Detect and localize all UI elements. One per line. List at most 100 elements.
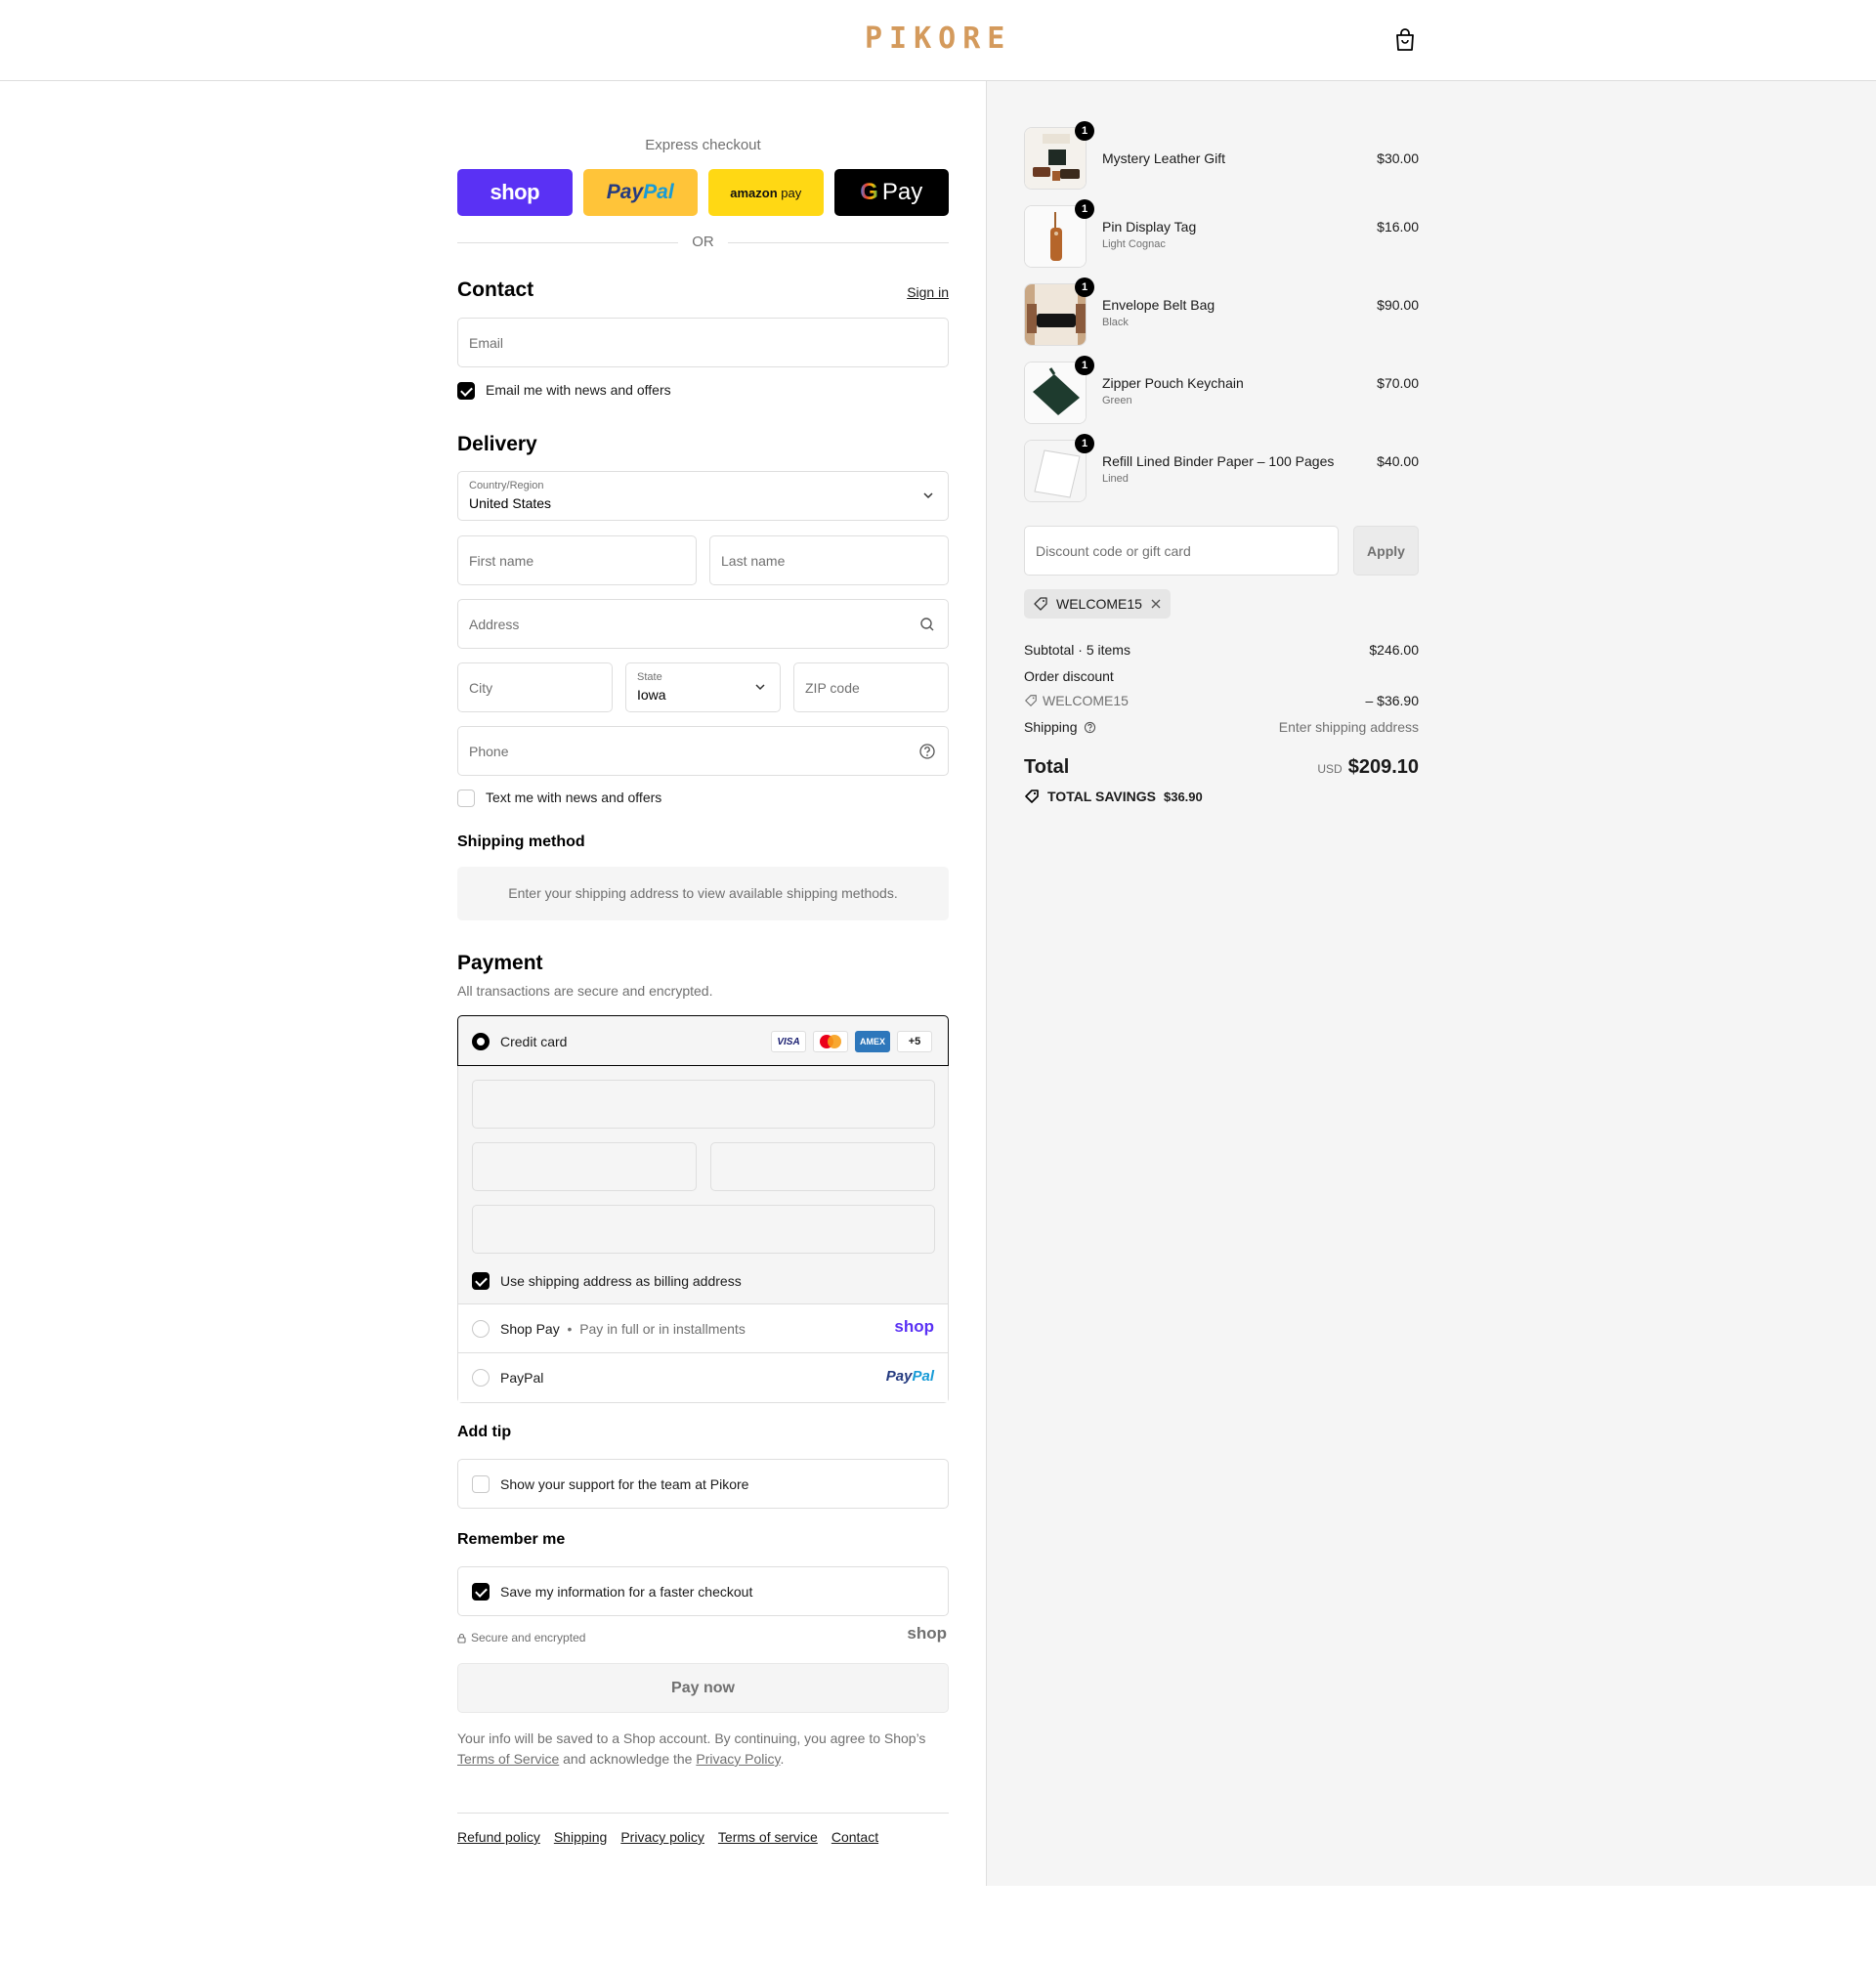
quantity-badge: 1: [1075, 356, 1094, 375]
state-select[interactable]: State Iowa: [625, 662, 781, 712]
privacy-policy-link[interactable]: Privacy Policy: [696, 1751, 780, 1767]
remember-me-heading: Remember me: [457, 1531, 566, 1548]
email-placeholder: Email: [469, 335, 504, 351]
amazon-pay-express-button[interactable]: amazon pay: [708, 169, 824, 216]
credit-card-radio[interactable]: [472, 1033, 490, 1050]
cart-item: 1 Mystery Leather Gift $30.00: [1024, 121, 1419, 190]
amex-icon: AMEX: [855, 1031, 890, 1052]
pay-now-button[interactable]: Pay now: [457, 1663, 949, 1713]
phone-field[interactable]: Phone: [457, 726, 949, 776]
billing-address-checkbox[interactable]: [472, 1272, 490, 1290]
city-placeholder: City: [469, 680, 493, 696]
or-divider: OR: [457, 234, 949, 253]
remember-me-option[interactable]: Save my information for a faster checkou…: [457, 1566, 949, 1616]
card-expiry-field[interactable]: [472, 1142, 697, 1191]
item-variant: Lined: [1102, 473, 1129, 485]
divider-line: [728, 242, 949, 243]
order-discount-label: Order discount: [1024, 668, 1114, 684]
shop-pay-subtitle: Pay in full or in installments: [579, 1321, 746, 1337]
payment-subtitle: All transactions are secure and encrypte…: [457, 983, 713, 999]
secure-note: Secure and encrypted: [457, 1631, 585, 1644]
credit-card-option[interactable]: Credit card VISA AMEX +5: [457, 1015, 949, 1066]
subtotal-value: $246.00: [1369, 642, 1419, 658]
card-number-field[interactable]: [472, 1080, 935, 1129]
shop-pay-label: Shop Pay • Pay in full or in installment…: [500, 1321, 746, 1337]
shipping-label-text: Shipping: [1024, 719, 1078, 735]
payment-methods: Credit card VISA AMEX +5 Use shipping ad…: [457, 1015, 949, 1403]
item-price: $16.00: [1377, 219, 1419, 235]
paypal-logo-pay: Pay: [606, 181, 644, 203]
country-select[interactable]: Country/Region United States: [457, 471, 949, 521]
tip-checkbox[interactable]: [472, 1475, 490, 1493]
terms-of-service-link[interactable]: Terms of Service: [457, 1751, 559, 1767]
paypal-radio[interactable]: [472, 1369, 490, 1387]
payment-heading: Payment: [457, 952, 543, 974]
shop-pay-name: Shop Pay: [500, 1321, 560, 1337]
google-pay-express-button[interactable]: G Pay: [833, 169, 949, 216]
shipping-label: Shipping: [1024, 719, 1096, 735]
refund-policy-link[interactable]: Refund policy: [457, 1829, 540, 1845]
email-news-checkbox[interactable]: [457, 382, 475, 400]
text-news-checkbox[interactable]: [457, 790, 475, 807]
item-name: Refill Lined Binder Paper – 100 Pages: [1102, 453, 1335, 469]
shop-pay-option[interactable]: Shop Pay • Pay in full or in installment…: [458, 1304, 948, 1353]
cart-item: 1 Refill Lined Binder Paper – 100 Pages …: [1024, 434, 1419, 502]
sign-in-link[interactable]: Sign in: [907, 284, 949, 300]
shipping-policy-link[interactable]: Shipping: [554, 1829, 608, 1845]
privacy-policy-footer-link[interactable]: Privacy policy: [620, 1829, 704, 1845]
legal-text-2: and acknowledge the: [563, 1751, 693, 1767]
close-icon[interactable]: [1150, 598, 1162, 610]
card-security-code-field[interactable]: [710, 1142, 935, 1191]
help-icon[interactable]: [1084, 721, 1096, 734]
contact-heading: Contact: [457, 278, 534, 301]
discount-code-input[interactable]: Discount code or gift card: [1024, 526, 1339, 576]
quantity-badge: 1: [1075, 434, 1094, 453]
credit-card-form: Use shipping address as billing address: [458, 1066, 948, 1304]
remember-me-checkbox[interactable]: [472, 1583, 490, 1601]
item-name: Pin Display Tag: [1102, 219, 1197, 235]
paypal-logo-pay: Pay: [885, 1368, 913, 1385]
footer-divider: [457, 1813, 949, 1814]
help-icon[interactable]: [918, 743, 936, 760]
card-name-field[interactable]: [472, 1205, 935, 1254]
email-field[interactable]: Email: [457, 318, 949, 367]
terms-of-service-footer-link[interactable]: Terms of service: [718, 1829, 818, 1845]
add-tip-heading: Add tip: [457, 1424, 512, 1440]
first-name-placeholder: First name: [469, 553, 534, 569]
item-variant: Black: [1102, 317, 1129, 328]
last-name-field[interactable]: Last name: [709, 535, 949, 585]
discount-code-text: WELCOME15: [1043, 693, 1129, 708]
order-discount-row: Order discount: [1024, 668, 1419, 684]
discount-value: – $36.90: [1365, 693, 1420, 708]
legal-text-1: Your info will be saved to a Shop accoun…: [457, 1730, 926, 1746]
contact-link[interactable]: Contact: [831, 1829, 878, 1845]
discount-placeholder: Discount code or gift card: [1036, 543, 1191, 559]
bag-icon[interactable]: [1393, 27, 1417, 53]
zip-field[interactable]: ZIP code: [793, 662, 949, 712]
shipping-row: Shipping Enter shipping address: [1024, 719, 1419, 735]
paypal-express-button[interactable]: Pay Pal: [582, 169, 698, 216]
tag-icon: [1025, 695, 1037, 706]
shop-pay-radio[interactable]: [472, 1320, 490, 1338]
item-price: $30.00: [1377, 150, 1419, 166]
shop-pay-logo: shop: [894, 1317, 934, 1336]
brand-logo[interactable]: PIKORE: [865, 21, 1011, 56]
quantity-badge: 1: [1075, 121, 1094, 141]
city-field[interactable]: City: [457, 662, 613, 712]
google-g-icon: G: [860, 179, 878, 205]
item-name: Envelope Belt Bag: [1102, 297, 1215, 313]
total-savings-row: TOTAL SAVINGS $36.90: [1024, 789, 1419, 804]
item-variant: Green: [1102, 395, 1132, 406]
subtotal-row: Subtotal · 5 items $246.00: [1024, 642, 1419, 658]
apply-discount-button[interactable]: Apply: [1353, 526, 1419, 576]
applied-discount-chip: WELCOME15: [1024, 589, 1171, 619]
address-field[interactable]: Address: [457, 599, 949, 649]
paypal-option[interactable]: PayPal PayPal: [458, 1353, 948, 1402]
shop-pay-express-button[interactable]: shop: [457, 169, 573, 216]
tip-option[interactable]: Show your support for the team at Pikore: [457, 1459, 949, 1509]
cart-item: 1 Zipper Pouch Keychain Green $70.00: [1024, 356, 1419, 424]
item-price: $90.00: [1377, 297, 1419, 313]
first-name-field[interactable]: First name: [457, 535, 697, 585]
remember-me-label: Save my information for a faster checkou…: [500, 1584, 753, 1600]
legal-text: Your info will be saved to a Shop accoun…: [457, 1729, 949, 1770]
